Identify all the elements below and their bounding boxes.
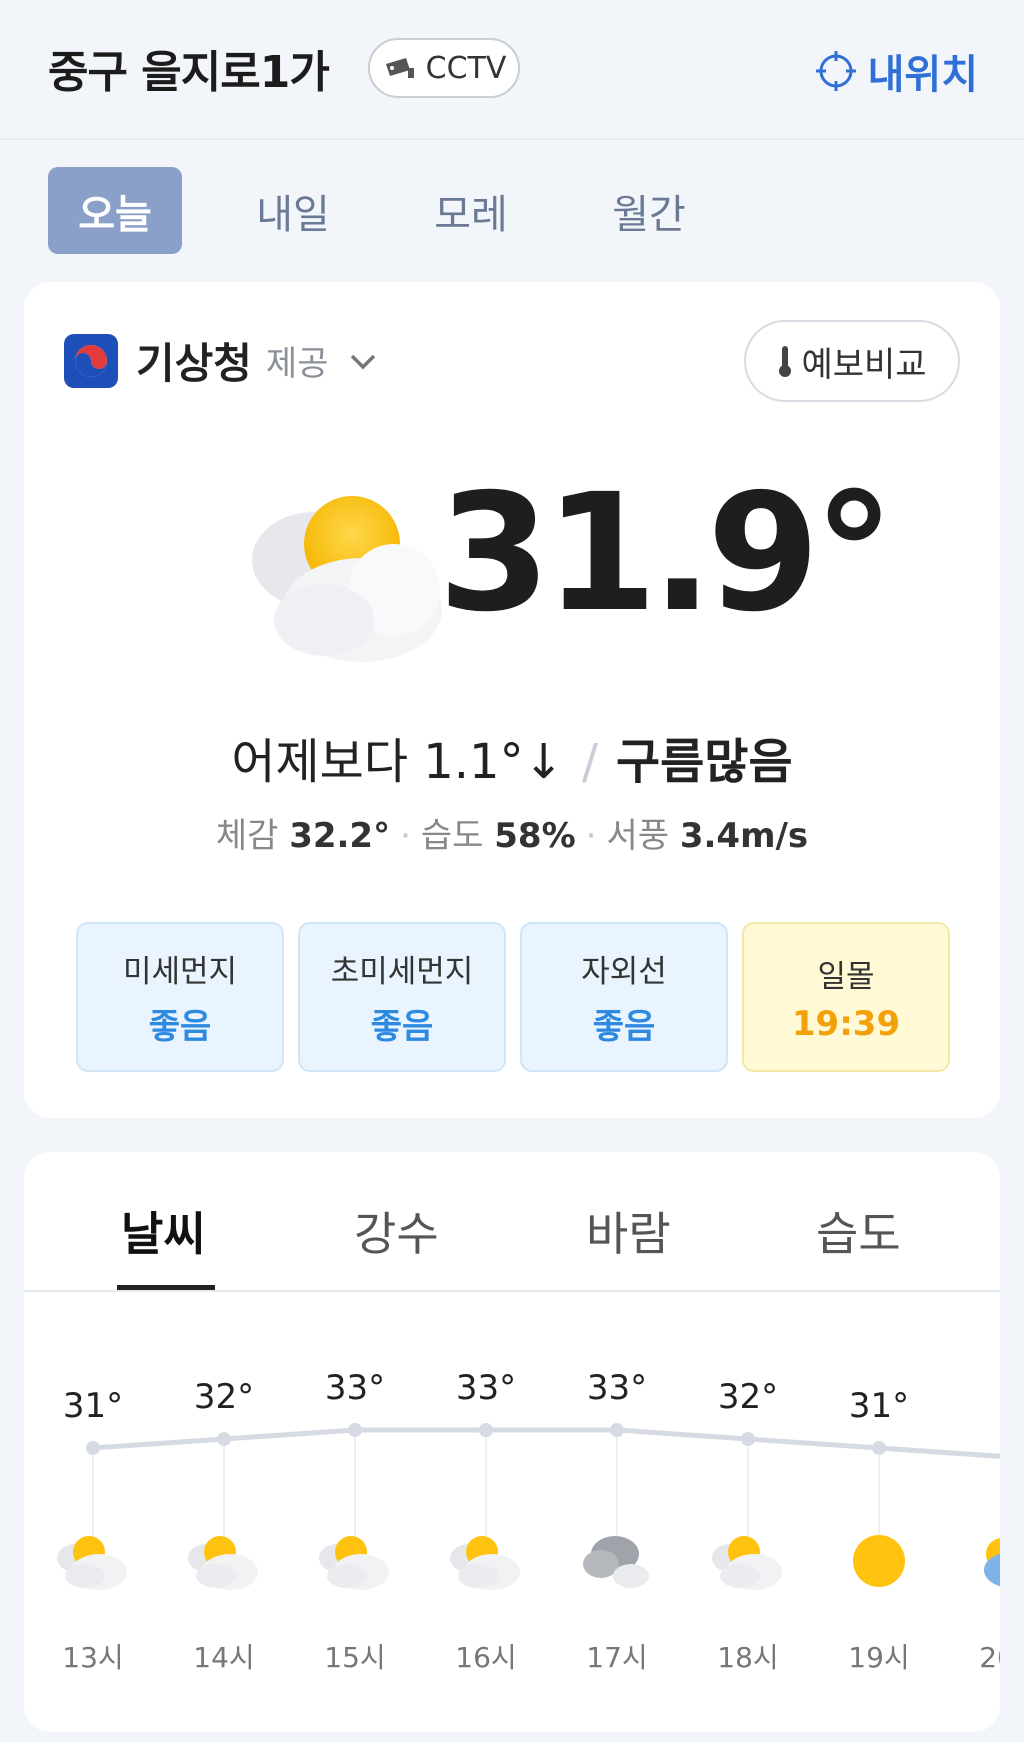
temperature-point bbox=[610, 1423, 624, 1437]
humidity-label: 습도 bbox=[420, 816, 484, 856]
hour-temperature: 33° bbox=[586, 1368, 648, 1408]
provider-sub: 제공 bbox=[265, 344, 329, 384]
temperature-point bbox=[741, 1432, 755, 1446]
ultrafine-dust-box[interactable]: 초미세먼지 좋음 bbox=[298, 922, 506, 1072]
partly-cloudy-icon bbox=[710, 1530, 786, 1592]
aq-label: 일몰 bbox=[817, 958, 875, 995]
cctv-label: CCTV bbox=[425, 50, 507, 86]
tab-day-after[interactable]: 모레 bbox=[404, 167, 538, 254]
hour-time: 14시 bbox=[193, 1641, 255, 1674]
partly-cloudy-icon bbox=[55, 1530, 131, 1592]
current-temperature: 31.9° bbox=[438, 460, 895, 648]
thermometer-icon bbox=[779, 346, 792, 377]
hour-temperature: 32° bbox=[193, 1377, 255, 1417]
weather-details: 체감 32.2° · 습도 58% · 서풍 3.4m/s bbox=[215, 816, 809, 856]
hour-temperature: 33° bbox=[455, 1368, 517, 1408]
top-header: 중구 을지로1가 CCTV 내위치 bbox=[0, 0, 1024, 140]
hour-time: 13시 bbox=[62, 1641, 124, 1674]
my-location-button[interactable]: 내위치 bbox=[814, 42, 978, 100]
crosshair-icon bbox=[815, 51, 856, 91]
tab-tomorrow[interactable]: 내일 bbox=[226, 167, 360, 254]
moon-cloud-icon bbox=[972, 1530, 1000, 1592]
tab-monthly[interactable]: 월간 bbox=[582, 167, 716, 254]
hour-temperature: 32° bbox=[717, 1377, 779, 1417]
partly-cloudy-icon bbox=[186, 1530, 262, 1592]
camera-icon bbox=[385, 58, 414, 78]
fine-dust-box[interactable]: 미세먼지 좋음 bbox=[76, 922, 284, 1072]
aq-value: 좋음 bbox=[370, 1007, 434, 1047]
hour-temperature: 2 bbox=[945, 1395, 1000, 1435]
chevron-down-icon bbox=[351, 354, 376, 369]
hourly-forecast-card: 날씨 강수 바람 습도 31° 13시 32° 14시 33° 15시 33° 16시 33° 1… bbox=[24, 1152, 1000, 1732]
summary-separator: / bbox=[581, 734, 598, 790]
hour-time: 19시 bbox=[848, 1641, 910, 1674]
weather-summary: 어제보다 1.1°↓ / 구름많음 bbox=[24, 722, 1000, 792]
feels-value: 32.2° bbox=[289, 816, 391, 856]
temperature-point bbox=[479, 1423, 493, 1437]
wind-value: 3.4m/s bbox=[679, 816, 809, 856]
temperature-point bbox=[217, 1432, 231, 1446]
cctv-button[interactable]: CCTV bbox=[368, 38, 520, 98]
tab-today[interactable]: 오늘 bbox=[48, 167, 182, 254]
aq-value: 19:39 bbox=[791, 1003, 901, 1044]
current-weather-card: 기상청 제공 예보비교 31.9° 어제보다 1.1°↓ / 구름많음 체감 32.… bbox=[24, 282, 1000, 1118]
sunset-box[interactable]: 일몰 19:39 bbox=[742, 922, 950, 1072]
location-title[interactable]: 중구 을지로1가 bbox=[48, 36, 330, 100]
aq-label: 미세먼지 bbox=[122, 954, 238, 990]
cloudy-icon bbox=[579, 1530, 655, 1592]
temperature-point bbox=[86, 1441, 100, 1455]
temperature-point bbox=[348, 1423, 362, 1437]
humidity-value: 58% bbox=[494, 816, 576, 856]
temperature-point bbox=[872, 1441, 886, 1455]
yesterday-compare: 어제보다 1.1°↓ bbox=[231, 734, 564, 790]
provider-selector[interactable]: 기상청 제공 bbox=[64, 330, 380, 391]
hour-time: 16시 bbox=[455, 1641, 517, 1674]
hour-time: 18시 bbox=[717, 1641, 779, 1674]
aq-value: 좋음 bbox=[148, 1007, 212, 1047]
feels-label: 체감 bbox=[215, 816, 279, 856]
hour-temperature: 33° bbox=[324, 1368, 386, 1408]
kma-logo-icon bbox=[64, 333, 118, 388]
hour-temperature: 31° bbox=[848, 1386, 910, 1426]
partly-cloudy-icon bbox=[317, 1530, 393, 1592]
aq-value: 좋음 bbox=[592, 1007, 656, 1047]
uv-box[interactable]: 자외선 좋음 bbox=[520, 922, 728, 1072]
hour-time: 15시 bbox=[324, 1641, 386, 1674]
provider-name: 기상청 bbox=[136, 339, 252, 388]
wind-label: 서풍 bbox=[606, 816, 670, 856]
partly-cloudy-icon bbox=[448, 1530, 524, 1592]
day-tabs: 오늘 내일 모레 월간 bbox=[48, 167, 760, 254]
aq-label: 초미세먼지 bbox=[330, 954, 474, 990]
aq-label: 자외선 bbox=[581, 954, 667, 990]
weather-condition: 구름많음 bbox=[615, 734, 793, 790]
hour-time: 20시 bbox=[979, 1641, 1000, 1674]
partly-cloudy-icon bbox=[252, 496, 442, 662]
forecast-compare-button[interactable]: 예보비교 bbox=[744, 320, 960, 402]
compare-label: 예보비교 bbox=[801, 344, 927, 385]
air-quality-row: 미세먼지 좋음 초미세먼지 좋음 자외선 좋음 일몰 19:39 bbox=[76, 922, 950, 1072]
sun-icon bbox=[841, 1530, 917, 1592]
hour-temperature: 31° bbox=[62, 1386, 124, 1426]
hour-time: 17시 bbox=[586, 1641, 648, 1674]
my-location-label: 내위치 bbox=[867, 52, 978, 98]
